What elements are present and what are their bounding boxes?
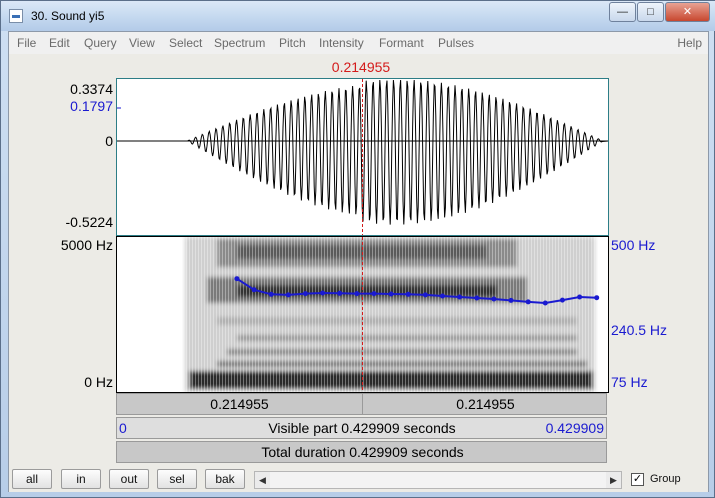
title-bar[interactable]: 30. Sound yi5 — □ ✕ [1, 1, 715, 31]
pitch-point [320, 290, 326, 296]
group-label: Group [650, 473, 681, 485]
visible-end-time: 0.429909 [545, 420, 604, 436]
pitch-point [285, 292, 291, 298]
pitch-point [268, 291, 274, 297]
wave-zero-label: 0 [105, 133, 113, 149]
pitch-point [474, 295, 480, 301]
editor-client-area: File Edit Query View Select Spectrum Pit… [8, 31, 709, 492]
spectrogram-plot[interactable] [117, 237, 608, 392]
menu-spectrum[interactable]: Spectrum [214, 36, 265, 50]
waveform-plot[interactable] [117, 79, 609, 235]
total-duration-row[interactable]: Total duration 0.429909 seconds [116, 441, 607, 463]
minimize-button[interactable]: — [609, 2, 636, 22]
pitch-point [422, 292, 428, 298]
pitch-point [234, 276, 240, 282]
zoom-back-button[interactable]: bak [205, 469, 245, 489]
visible-part-row[interactable]: 0 Visible part 0.429909 seconds 0.429909 [116, 417, 607, 439]
selection-times-row[interactable]: 0.214955 0.214955 [116, 393, 607, 415]
pitch-point [405, 291, 411, 297]
waveform-panel[interactable] [116, 78, 609, 236]
pitch-point [354, 291, 360, 297]
wave-cursor-value-label: 0.1797 [70, 98, 113, 114]
time-scrollbar[interactable]: ◀ ▶ [254, 471, 622, 489]
wave-bottom-label: -0.5224 [65, 214, 113, 230]
pitch-point [388, 291, 394, 297]
visible-part-label[interactable]: Visible part 0.429909 seconds [177, 420, 547, 436]
bottom-toolbar: all in out sel bak ◀ ▶ ✓ Group [9, 465, 708, 492]
pitch-point [577, 294, 583, 300]
close-button[interactable]: ✕ [665, 2, 710, 22]
window-title: 30. Sound yi5 [31, 9, 105, 23]
menu-file[interactable]: File [17, 36, 36, 50]
wave-top-label: 0.3374 [70, 81, 113, 97]
menu-bar: File Edit Query View Select Spectrum Pit… [9, 32, 708, 54]
menu-pulses[interactable]: Pulses [438, 36, 474, 50]
praat-window: 30. Sound yi5 — □ ✕ File Edit Query View… [0, 0, 715, 498]
pitch-bottom-label: 75 Hz [611, 374, 648, 390]
zoom-out-button[interactable]: out [109, 469, 149, 489]
zoom-all-button[interactable]: all [12, 469, 52, 489]
pitch-point [559, 297, 565, 303]
right-part-time[interactable]: 0.214955 [363, 396, 608, 412]
menu-formant[interactable]: Formant [379, 36, 424, 50]
pitch-point [491, 296, 497, 302]
pitch-point [440, 293, 445, 299]
visible-start-time: 0 [119, 420, 127, 436]
menu-query[interactable]: Query [84, 36, 117, 50]
group-checkbox[interactable]: ✓ [631, 473, 644, 486]
pitch-point [337, 290, 343, 296]
pitch-point [508, 297, 514, 303]
pitch-point [371, 291, 377, 297]
pitch-top-label: 500 Hz [611, 237, 656, 253]
pitch-point [302, 291, 308, 297]
zoom-in-button[interactable]: in [61, 469, 101, 489]
menu-help[interactable]: Help [677, 36, 702, 50]
pitch-point [251, 287, 257, 293]
menu-intensity[interactable]: Intensity [319, 36, 364, 50]
spec-top-freq-label: 5000 Hz [60, 237, 113, 253]
pitch-mid-label: 240.5 Hz [611, 322, 668, 338]
spectrogram-panel[interactable] [116, 236, 609, 393]
maximize-button[interactable]: □ [637, 2, 664, 22]
cursor-time-label: 0.214955 [331, 59, 391, 75]
pitch-point [594, 295, 600, 301]
spectrogram-striations [185, 237, 595, 392]
scroll-left-arrow-icon[interactable]: ◀ [255, 472, 270, 488]
menu-edit[interactable]: Edit [49, 36, 70, 50]
menu-view[interactable]: View [129, 36, 155, 50]
total-duration-label[interactable]: Total duration 0.429909 seconds [117, 444, 608, 460]
menu-select[interactable]: Select [169, 36, 202, 50]
menu-pitch[interactable]: Pitch [279, 36, 306, 50]
pitch-point [525, 299, 531, 305]
app-icon [9, 9, 23, 23]
left-part-time[interactable]: 0.214955 [117, 396, 362, 412]
zoom-selection-button[interactable]: sel [157, 469, 197, 489]
pitch-point [457, 294, 463, 300]
scroll-right-arrow-icon[interactable]: ▶ [606, 472, 621, 488]
pitch-point [542, 300, 548, 306]
spec-bottom-freq-label: 0 Hz [84, 374, 113, 390]
